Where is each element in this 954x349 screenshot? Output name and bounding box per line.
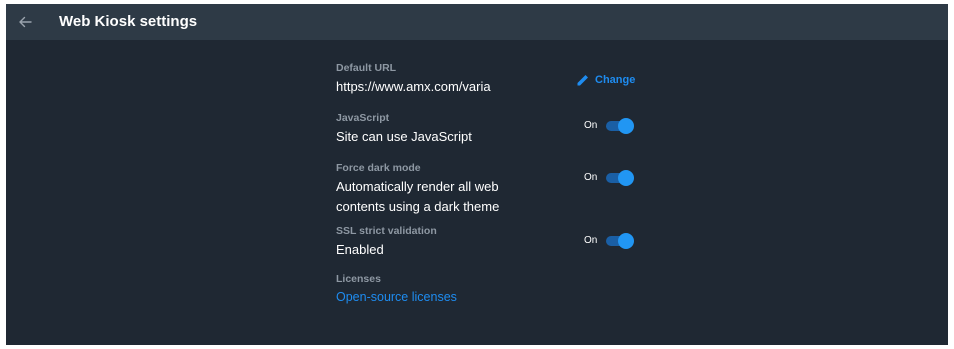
back-button[interactable] — [12, 8, 38, 36]
change-url-label: Change — [595, 74, 636, 86]
change-url-button[interactable]: Change — [576, 73, 635, 87]
settings-list: Default URL https://www.amx.com/varia Ch… — [6, 40, 948, 345]
arrow-left-icon — [19, 16, 32, 28]
licenses-label: Licenses — [336, 273, 381, 285]
pencil-icon — [577, 75, 588, 86]
force-dark-mode-value-line2: contents using a dark theme — [336, 199, 500, 214]
ssl-strict-validation-toggle-label: On — [584, 235, 598, 246]
javascript-toggle[interactable]: On — [584, 118, 636, 134]
open-source-licenses-link[interactable]: Open-source licenses — [336, 289, 636, 305]
javascript-toggle-label: On — [584, 120, 598, 131]
page-title: Web Kiosk settings — [59, 13, 198, 30]
force-dark-mode-toggle[interactable]: On — [584, 170, 636, 186]
ssl-strict-validation-toggle-thumb — [618, 233, 634, 249]
web-kiosk-settings-screen: Web Kiosk settings Default URL https://w… — [6, 4, 948, 345]
force-dark-mode-toggle-label: On — [584, 172, 598, 183]
ssl-strict-validation-toggle[interactable]: On — [584, 233, 636, 249]
licenses-setting: Licenses Open-source licenses — [336, 273, 636, 305]
javascript-toggle-thumb — [618, 118, 634, 134]
app-bar: Web Kiosk settings — [6, 4, 948, 40]
force-dark-mode-toggle-thumb — [618, 170, 634, 186]
